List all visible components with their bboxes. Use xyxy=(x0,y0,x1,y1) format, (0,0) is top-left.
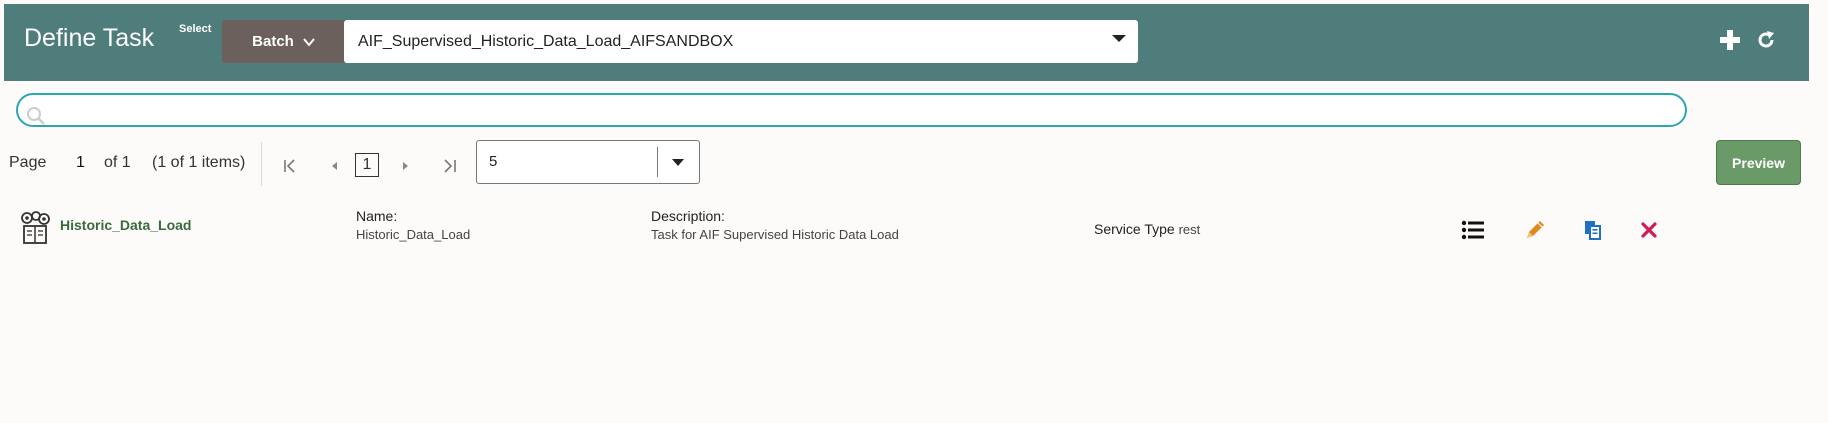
select-label: Select xyxy=(179,23,212,35)
refresh-icon[interactable] xyxy=(1756,30,1776,50)
page-title: Define Task xyxy=(24,24,155,52)
pager-divider xyxy=(261,142,262,186)
page-label: Page xyxy=(9,154,47,171)
edit-pencil-icon[interactable] xyxy=(1522,217,1548,243)
description-value: Task for AIF Supervised Historic Data Lo… xyxy=(651,227,899,242)
items-summary: (1 of 1 items) xyxy=(152,154,246,171)
page-size-value: 5 xyxy=(489,153,498,170)
batch-select-value: AIF_Supervised_Historic_Data_Load_AIFSAN… xyxy=(358,32,734,50)
caret-down-icon xyxy=(1112,35,1126,42)
page-size-select[interactable]: 5 xyxy=(476,140,700,184)
select-separator xyxy=(657,147,658,177)
name-label: Name: xyxy=(356,208,398,224)
service-type: Service Type rest xyxy=(1094,221,1200,237)
page-number: 1 xyxy=(76,154,85,171)
search-input[interactable] xyxy=(52,98,1656,124)
batch-button-label: Batch xyxy=(252,33,294,50)
current-page-box[interactable]: 1 xyxy=(355,153,379,177)
plus-icon[interactable] xyxy=(1718,28,1742,52)
service-type-label: Service Type xyxy=(1094,221,1175,237)
task-gears-icon xyxy=(21,211,50,244)
page-header: Define Task Select Batch AIF_Supervised_… xyxy=(4,4,1809,81)
list-icon[interactable] xyxy=(1460,217,1486,243)
previous-page-icon[interactable] xyxy=(326,157,344,175)
chevron-down-icon xyxy=(303,37,315,47)
description-label: Description: xyxy=(651,208,725,224)
first-page-icon[interactable] xyxy=(282,157,300,175)
last-page-icon[interactable] xyxy=(440,157,458,175)
next-page-icon[interactable] xyxy=(396,157,414,175)
caret-down-icon xyxy=(672,159,684,166)
batch-dropdown-button[interactable]: Batch xyxy=(222,20,346,63)
batch-select[interactable]: AIF_Supervised_Historic_Data_Load_AIFSAN… xyxy=(344,20,1138,63)
copy-icon[interactable] xyxy=(1580,217,1606,243)
preview-button[interactable]: Preview xyxy=(1716,140,1801,185)
task-name-link[interactable]: Historic_Data_Load xyxy=(60,217,191,233)
name-value: Historic_Data_Load xyxy=(356,227,471,242)
search-icon xyxy=(27,107,45,125)
delete-x-icon[interactable] xyxy=(1636,217,1662,243)
service-type-value: rest xyxy=(1178,222,1201,237)
search-box[interactable] xyxy=(16,93,1687,127)
page-count: of 1 xyxy=(104,154,131,171)
